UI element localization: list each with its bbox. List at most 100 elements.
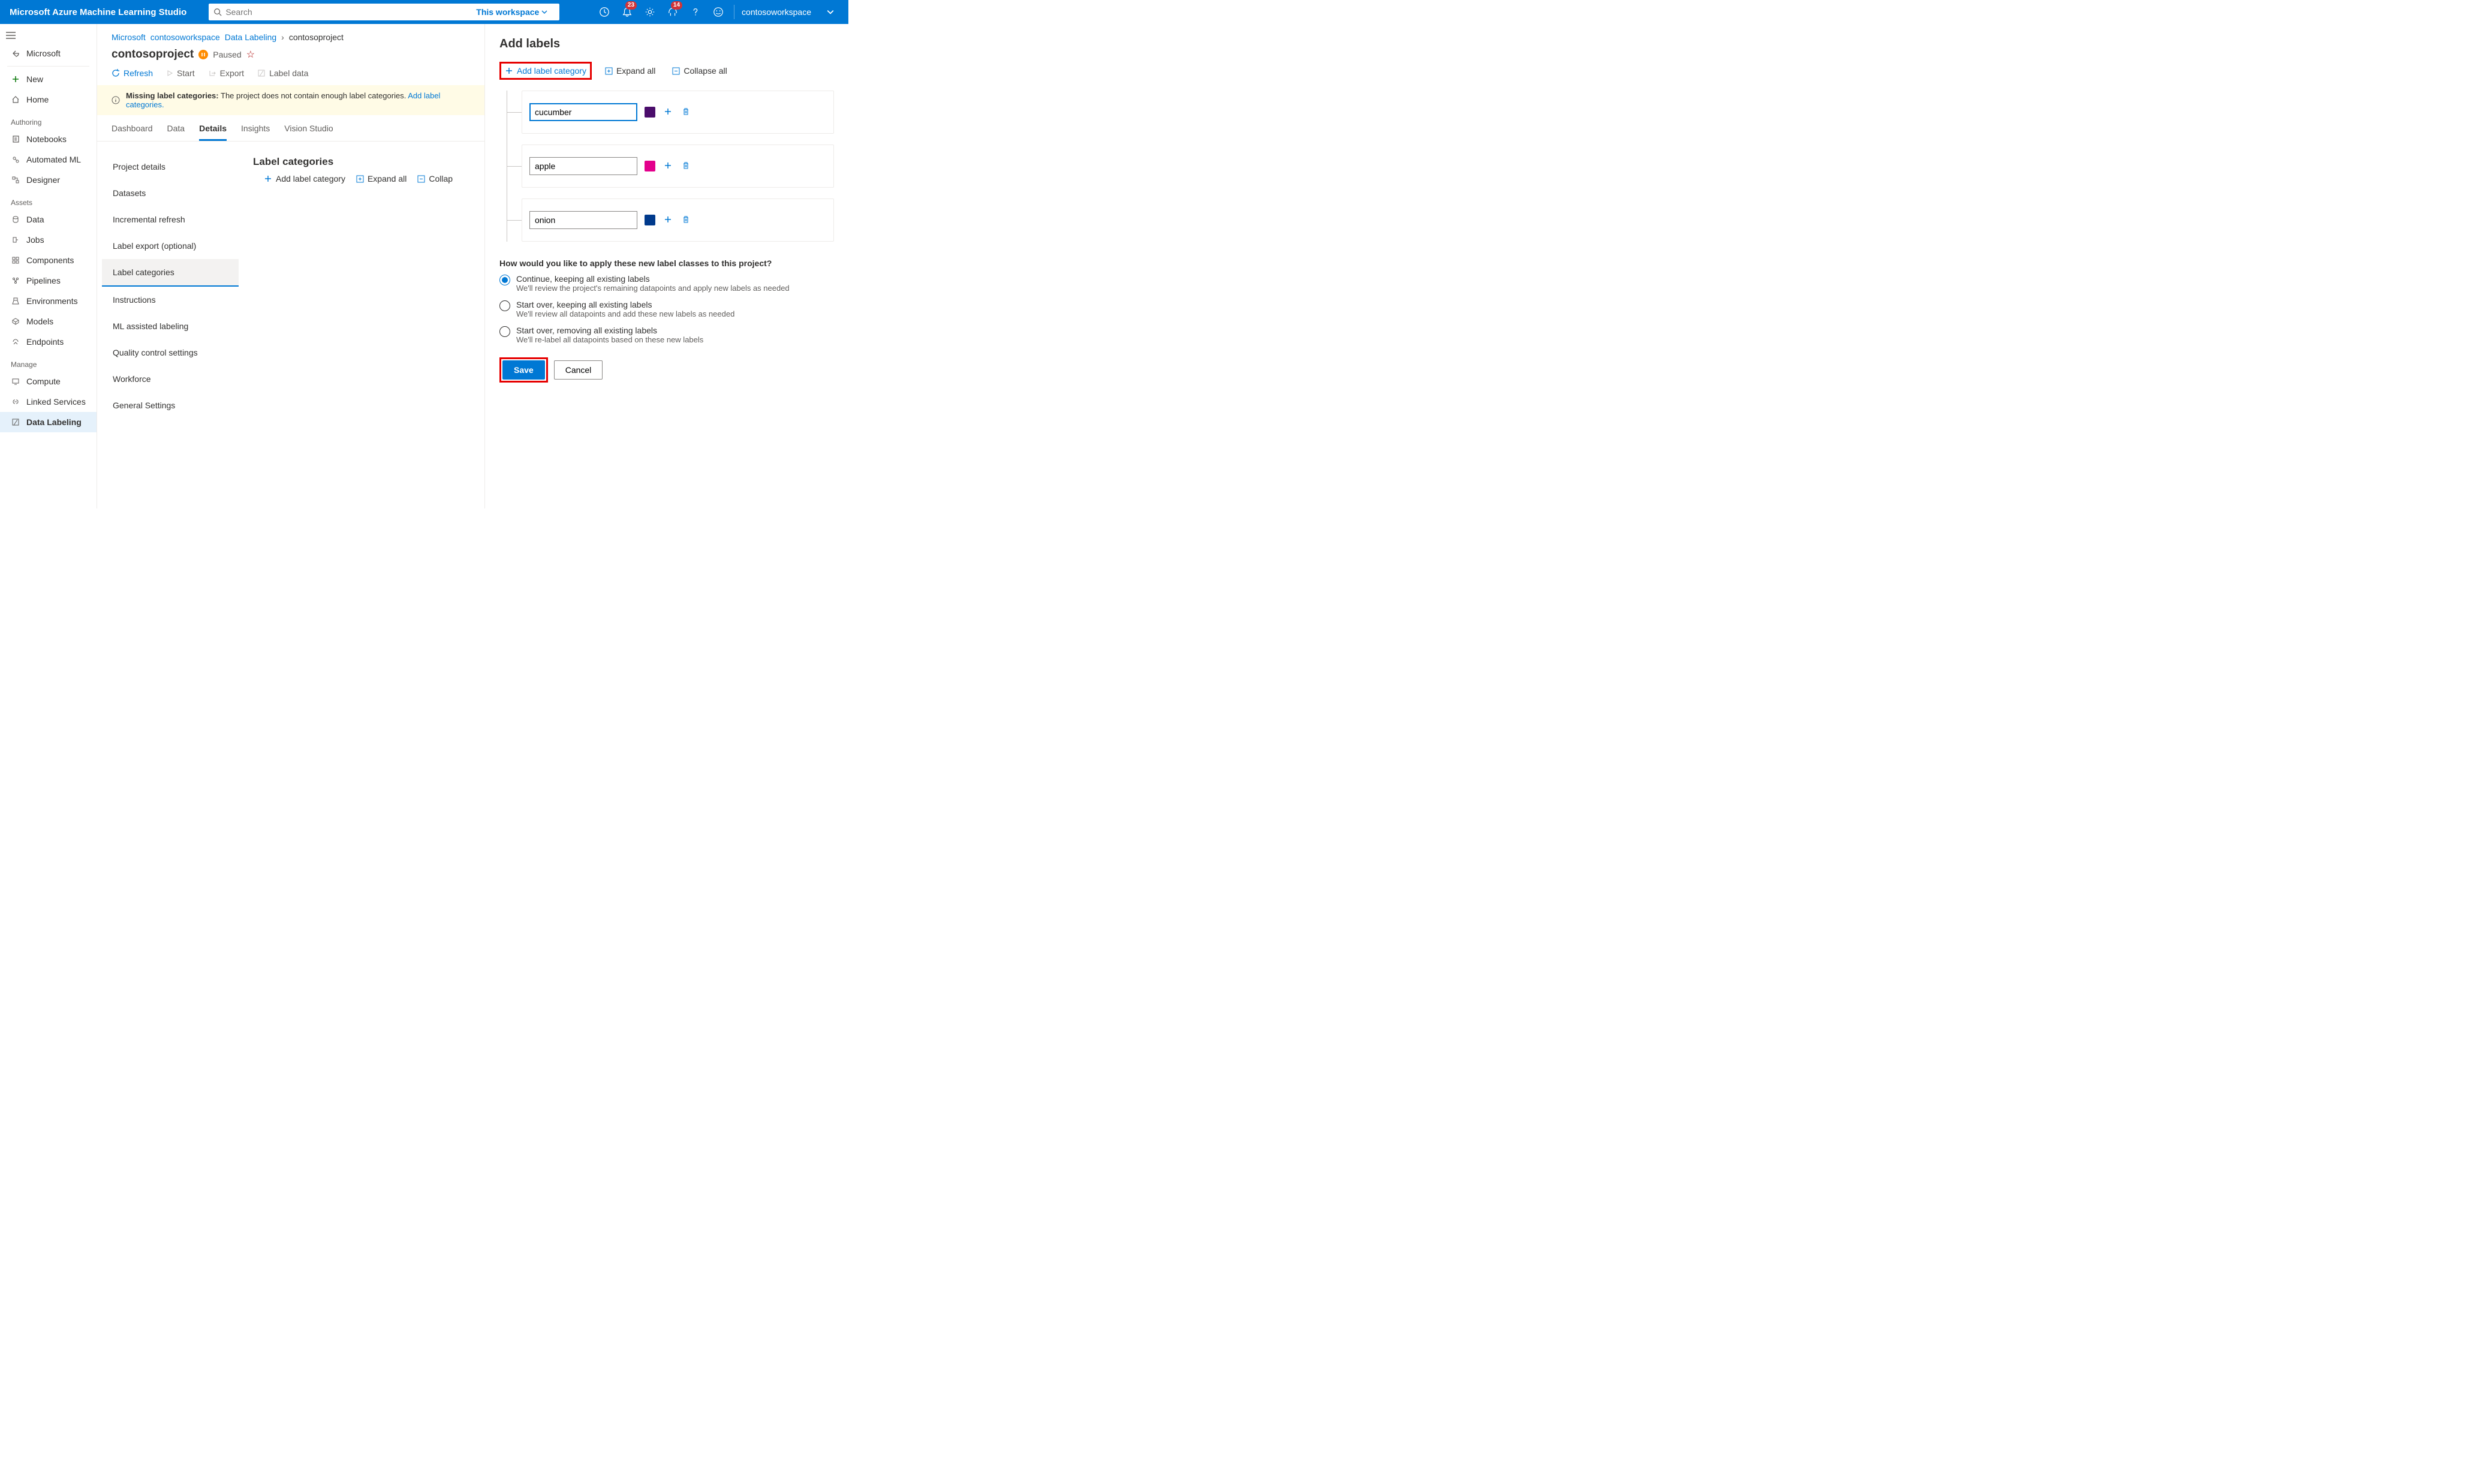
project-header: contosoproject Paused ☆ bbox=[97, 44, 484, 64]
label-add-child-1[interactable] bbox=[663, 160, 673, 173]
search-scope[interactable]: This workspace bbox=[472, 7, 555, 17]
label-input-0[interactable] bbox=[529, 103, 637, 121]
data-icon bbox=[11, 215, 20, 224]
crumb-labeling[interactable]: Data Labeling bbox=[225, 32, 276, 42]
gear-icon[interactable] bbox=[639, 0, 661, 24]
label-add-child-2[interactable] bbox=[663, 214, 673, 227]
label-add-child-0[interactable] bbox=[663, 106, 673, 119]
label-color-1[interactable] bbox=[645, 161, 655, 171]
export-button[interactable]: Export bbox=[208, 68, 244, 78]
label-data-label: Label data bbox=[269, 68, 308, 78]
inner-export[interactable]: Label export (optional) bbox=[102, 233, 239, 259]
nav-automl[interactable]: Automated ML bbox=[0, 149, 97, 170]
save-button[interactable]: Save bbox=[502, 360, 545, 380]
refresh-button[interactable]: Refresh bbox=[112, 68, 153, 78]
cancel-button[interactable]: Cancel bbox=[554, 360, 603, 380]
notebook-icon bbox=[11, 134, 20, 144]
tab-details[interactable]: Details bbox=[199, 124, 227, 141]
models-icon bbox=[11, 317, 20, 326]
label-delete-0[interactable] bbox=[681, 106, 691, 119]
hamburger-icon[interactable] bbox=[0, 28, 97, 43]
radio-option-2[interactable]: Start over, removing all existing labels… bbox=[499, 326, 834, 344]
crumb-workspace[interactable]: contosoworkspace bbox=[150, 32, 220, 42]
label-color-0[interactable] bbox=[645, 107, 655, 118]
nav-notebooks[interactable]: Notebooks bbox=[0, 129, 97, 149]
label-color-2[interactable] bbox=[645, 215, 655, 225]
flyout-collapse-button[interactable]: Collapse all bbox=[669, 64, 730, 78]
top-bar: Microsoft Azure Machine Learning Studio … bbox=[0, 0, 848, 24]
radio-1[interactable] bbox=[499, 300, 510, 311]
search-box[interactable]: This workspace bbox=[209, 4, 559, 20]
radio-0[interactable] bbox=[499, 275, 510, 285]
diagnostics-icon[interactable]: 14 bbox=[662, 0, 684, 24]
tab-vision[interactable]: Vision Studio bbox=[284, 124, 333, 141]
compute-icon bbox=[11, 377, 20, 386]
nav-jobs-label: Jobs bbox=[26, 235, 44, 245]
radio-option-0[interactable]: Continue, keeping all existing labels We… bbox=[499, 274, 834, 293]
lc-add-button[interactable]: Add label category bbox=[264, 174, 345, 183]
start-button[interactable]: Start bbox=[166, 68, 195, 78]
nav-home[interactable]: Home bbox=[0, 89, 97, 110]
nav-labeling[interactable]: Data Labeling bbox=[0, 412, 97, 432]
crumb-microsoft[interactable]: Microsoft bbox=[112, 32, 146, 42]
lc-add-label: Add label category bbox=[276, 174, 345, 183]
tab-insights[interactable]: Insights bbox=[241, 124, 270, 141]
workspace-chevron-icon[interactable] bbox=[820, 0, 841, 24]
nav-endpoints-label: Endpoints bbox=[26, 337, 64, 347]
inner-workforce[interactable]: Workforce bbox=[102, 366, 239, 392]
back-icon bbox=[11, 49, 20, 58]
lc-expand-button[interactable]: Expand all bbox=[356, 174, 407, 183]
nav-new-label: New bbox=[26, 74, 43, 84]
section-manage: Manage bbox=[0, 352, 97, 371]
label-data-button[interactable]: Label data bbox=[257, 68, 308, 78]
label-delete-2[interactable] bbox=[681, 214, 691, 227]
nav-pipelines[interactable]: Pipelines bbox=[0, 270, 97, 291]
plus-icon bbox=[11, 74, 20, 84]
radio-title-2: Start over, removing all existing labels bbox=[516, 326, 703, 335]
nav-endpoints[interactable]: Endpoints bbox=[0, 332, 97, 352]
flyout-add-label: Add label category bbox=[517, 66, 586, 76]
nav-environments[interactable]: Environments bbox=[0, 291, 97, 311]
link-icon bbox=[11, 397, 20, 407]
lc-collapse-button[interactable]: Collap bbox=[417, 174, 453, 183]
flyout-expand-label: Expand all bbox=[616, 66, 655, 76]
inner-categories[interactable]: Label categories bbox=[102, 259, 239, 287]
nav-compute[interactable]: Compute bbox=[0, 371, 97, 392]
radio-option-1[interactable]: Start over, keeping all existing labels … bbox=[499, 300, 834, 318]
flyout-add-button[interactable]: Add label category bbox=[499, 62, 592, 80]
nav-models[interactable]: Models bbox=[0, 311, 97, 332]
tab-dashboard[interactable]: Dashboard bbox=[112, 124, 153, 141]
label-input-1[interactable] bbox=[529, 157, 637, 175]
expand-icon bbox=[356, 175, 364, 183]
labeling-icon bbox=[11, 417, 20, 427]
radio-2[interactable] bbox=[499, 326, 510, 337]
clock-icon[interactable] bbox=[594, 0, 615, 24]
nav-designer[interactable]: Designer bbox=[0, 170, 97, 190]
workspace-name[interactable]: contosoworkspace bbox=[742, 7, 811, 17]
inner-project[interactable]: Project details bbox=[102, 153, 239, 180]
nav-jobs[interactable]: Jobs bbox=[0, 230, 97, 250]
content-row: Project details Datasets Incremental ref… bbox=[97, 142, 484, 508]
nav-data[interactable]: Data bbox=[0, 209, 97, 230]
search-input[interactable] bbox=[225, 7, 472, 17]
feedback-icon[interactable] bbox=[707, 0, 729, 24]
inner-instructions[interactable]: Instructions bbox=[102, 287, 239, 313]
flyout-expand-button[interactable]: Expand all bbox=[601, 64, 659, 78]
nav-components[interactable]: Components bbox=[0, 250, 97, 270]
star-icon[interactable]: ☆ bbox=[246, 49, 255, 61]
inner-general[interactable]: General Settings bbox=[102, 392, 239, 419]
plus-icon bbox=[664, 107, 672, 116]
tab-data[interactable]: Data bbox=[167, 124, 185, 141]
nav-back[interactable]: Microsoft bbox=[0, 43, 97, 64]
label-delete-1[interactable] bbox=[681, 160, 691, 173]
nav-new[interactable]: New bbox=[0, 69, 97, 89]
nav-linked[interactable]: Linked Services bbox=[0, 392, 97, 412]
label-input-2[interactable] bbox=[529, 211, 637, 229]
inner-ml[interactable]: ML assisted labeling bbox=[102, 313, 239, 339]
inner-incremental[interactable]: Incremental refresh bbox=[102, 206, 239, 233]
help-icon[interactable] bbox=[685, 0, 706, 24]
bell-icon[interactable]: 23 bbox=[616, 0, 638, 24]
plus-icon bbox=[264, 174, 272, 183]
inner-datasets[interactable]: Datasets bbox=[102, 180, 239, 206]
inner-qc[interactable]: Quality control settings bbox=[102, 339, 239, 366]
